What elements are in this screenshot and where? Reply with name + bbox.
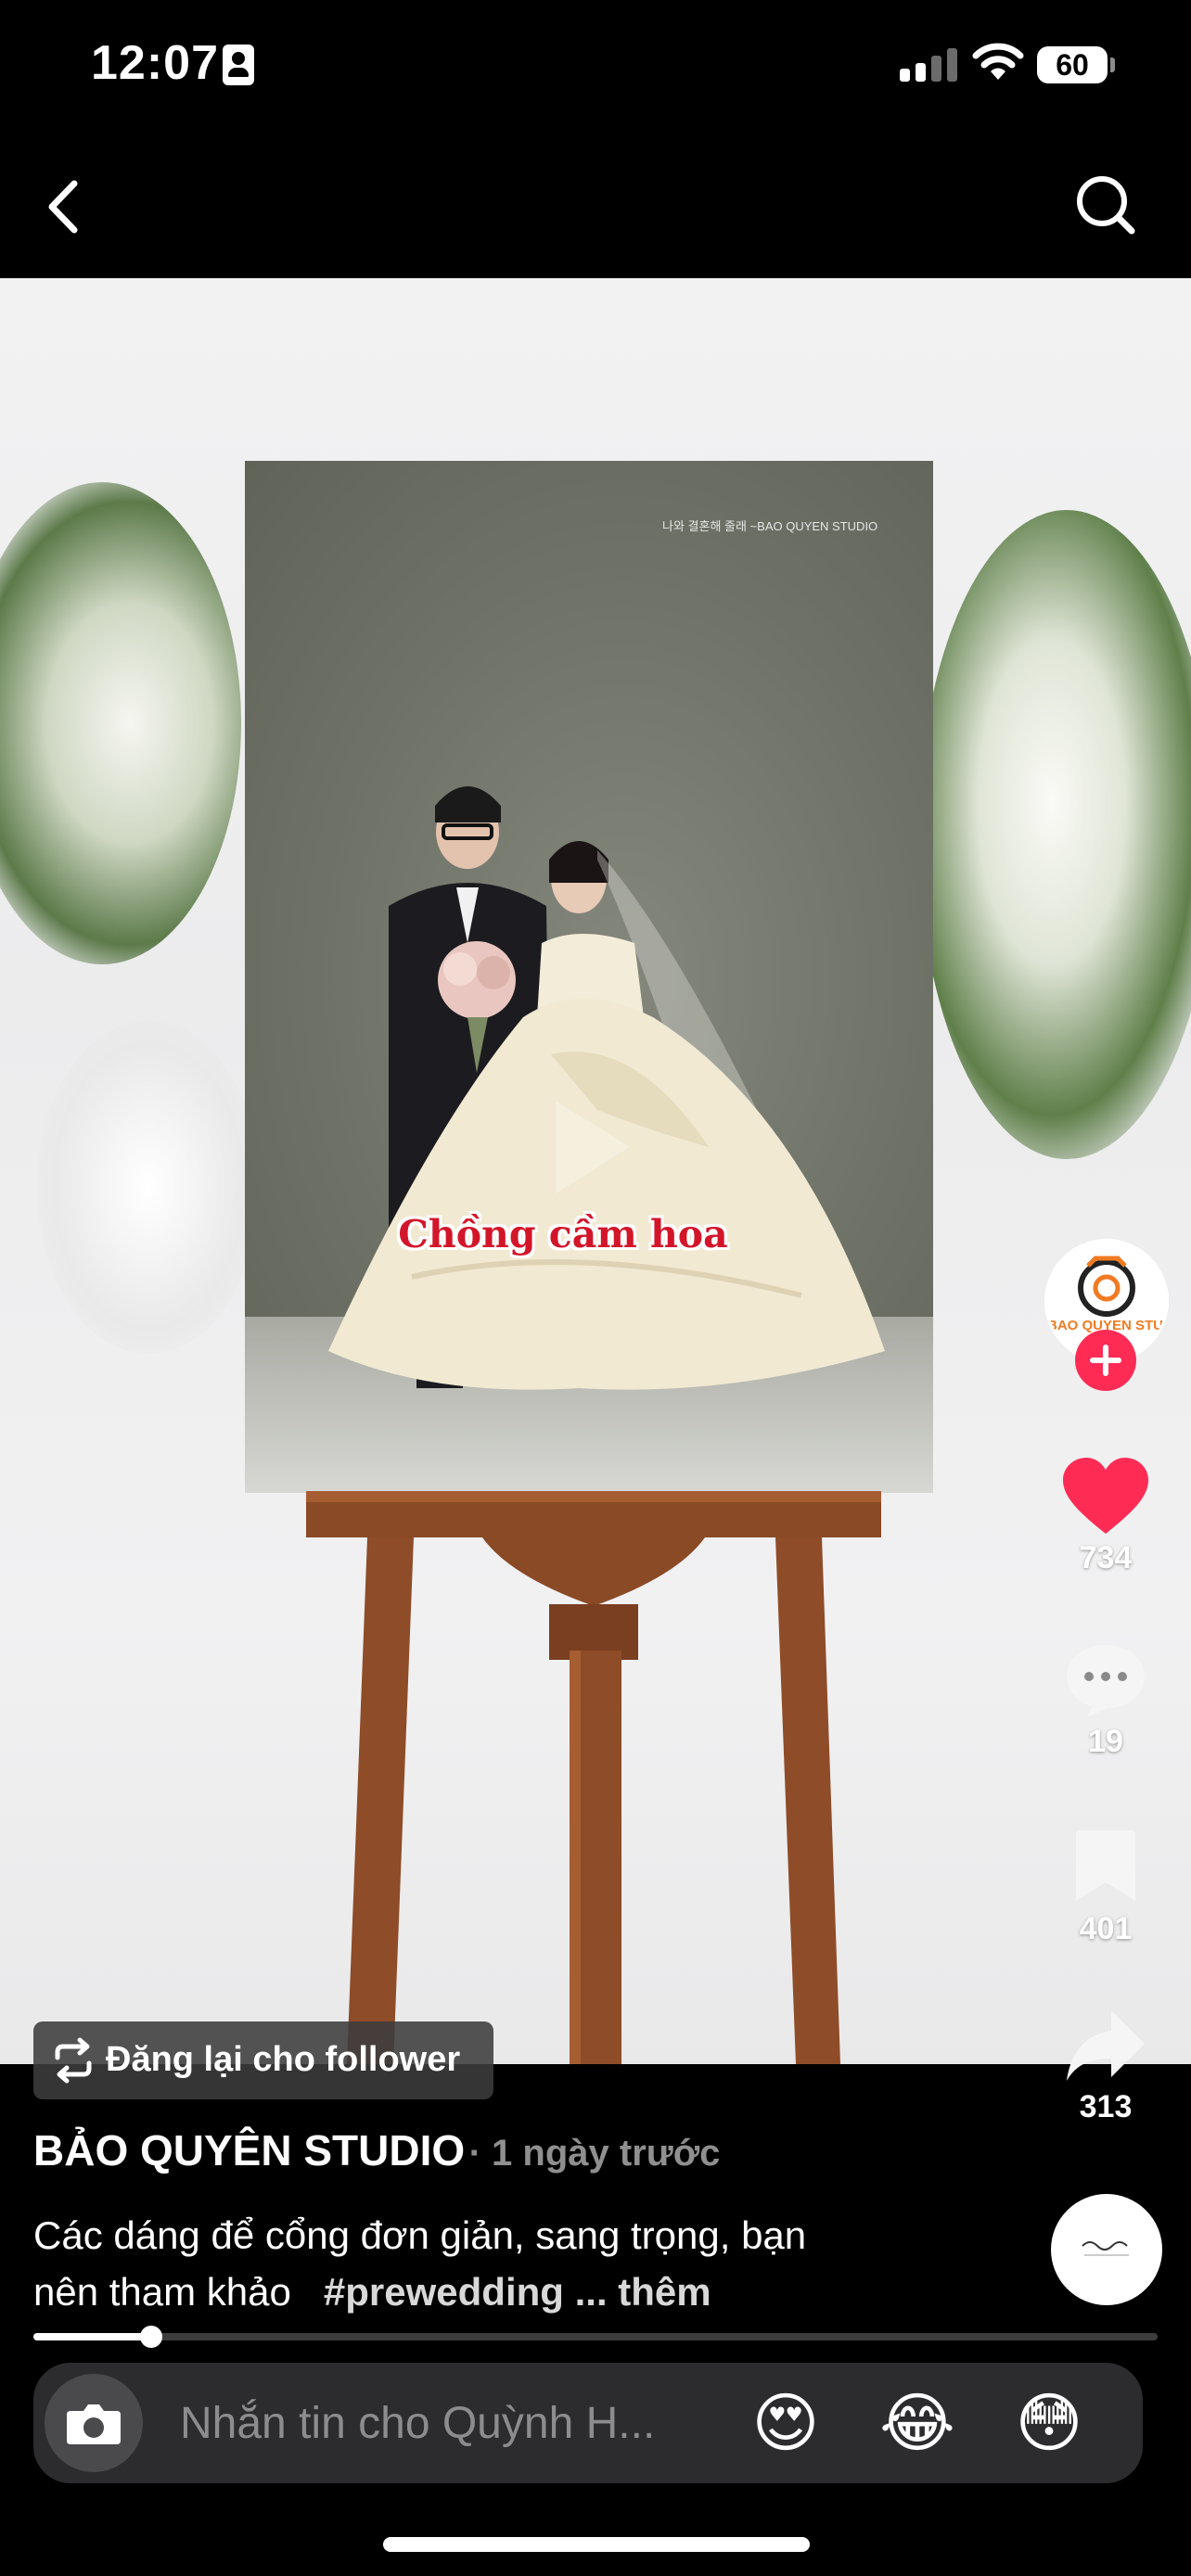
heart-icon: [1063, 1458, 1148, 1534]
wooden-easel: [306, 1491, 881, 2064]
repost-label: Đăng lại cho follower: [106, 2040, 461, 2079]
video-progress-bar[interactable]: [33, 2326, 1158, 2348]
emoji-heart-eyes-button[interactable]: 😍: [744, 2381, 827, 2465]
share-arrow-icon: [1067, 2010, 1145, 2081]
search-button[interactable]: [1067, 158, 1141, 250]
like-count: 734: [1079, 1540, 1133, 1575]
message-input[interactable]: Nhắn tin cho Quỳnh H...: [180, 2398, 736, 2449]
comment-bubble-icon: [1067, 1645, 1145, 1717]
camera-icon: [67, 2404, 121, 2444]
share-button[interactable]: 313: [1048, 2007, 1163, 2125]
bookmark-icon: [1076, 1830, 1135, 1901]
contact-card-icon: [223, 45, 254, 85]
video-player[interactable]: 나와 결혼해 줄래 ~BAO QUYEN STUDIO Chồng cầm ho…: [0, 278, 1191, 2064]
see-more-link[interactable]: ... thêm: [575, 2270, 711, 2314]
repost-icon: [55, 2037, 92, 2084]
wifi-icon: [972, 43, 1024, 80]
heart-shape: [1063, 1458, 1148, 1534]
chevron-left-icon: [48, 180, 78, 234]
emoji-flushed-button[interactable]: 😳: [1007, 2381, 1091, 2465]
post-description: Các dáng để cổng đơn giản, sang trọng, b…: [33, 2207, 970, 2320]
music-disc[interactable]: [1051, 2194, 1162, 2305]
camera-button[interactable]: [45, 2374, 143, 2472]
save-count: 401: [1079, 1911, 1133, 1946]
progress-knob[interactable]: [140, 2326, 163, 2348]
back-button[interactable]: [28, 158, 102, 250]
battery-tip: [1110, 57, 1115, 72]
hashtag-link[interactable]: #prewedding: [324, 2270, 564, 2314]
repost-button[interactable]: Đăng lại cho follower: [33, 2021, 493, 2099]
caption-overlay: Chồng cầm hoa: [398, 1212, 728, 1256]
top-nav: [0, 130, 1191, 278]
plus-icon: [1090, 1345, 1121, 1376]
battery-level: 60: [1056, 48, 1089, 82]
description-line-1: Các dáng để cổng đơn giản, sang trọng, b…: [33, 2213, 807, 2257]
battery-icon: 60: [1037, 46, 1108, 83]
save-button[interactable]: 401: [1048, 1827, 1163, 1947]
emoji-laughing-button[interactable]: 😂: [876, 2381, 959, 2465]
post-time: · 1 ngày trước: [468, 2133, 721, 2174]
share-count: 313: [1079, 2089, 1133, 2124]
music-disc-logo-icon: [1082, 2241, 1129, 2256]
progress-fill: [33, 2333, 152, 2340]
home-indicator[interactable]: [383, 2537, 810, 2552]
author-name[interactable]: BẢO QUYÊN STUDIO: [33, 2126, 465, 2174]
status-time: 12:07: [91, 36, 219, 90]
like-button[interactable]: 734: [1048, 1456, 1163, 1576]
status-bar: 12:07 60: [0, 0, 1191, 130]
comment-button[interactable]: 19: [1048, 1639, 1163, 1760]
author-line: BẢO QUYÊN STUDIO · 1 ngày trước: [33, 2125, 720, 2175]
cellular-signal-icon: [900, 48, 957, 82]
comment-count: 19: [1088, 1724, 1123, 1759]
search-icon: [1077, 176, 1135, 235]
message-bar: Nhắn tin cho Quỳnh H... 😍 😂 😳: [33, 2363, 1143, 2483]
description-line-2: nên tham khảo: [33, 2270, 291, 2314]
follow-button[interactable]: [1075, 1330, 1136, 1391]
